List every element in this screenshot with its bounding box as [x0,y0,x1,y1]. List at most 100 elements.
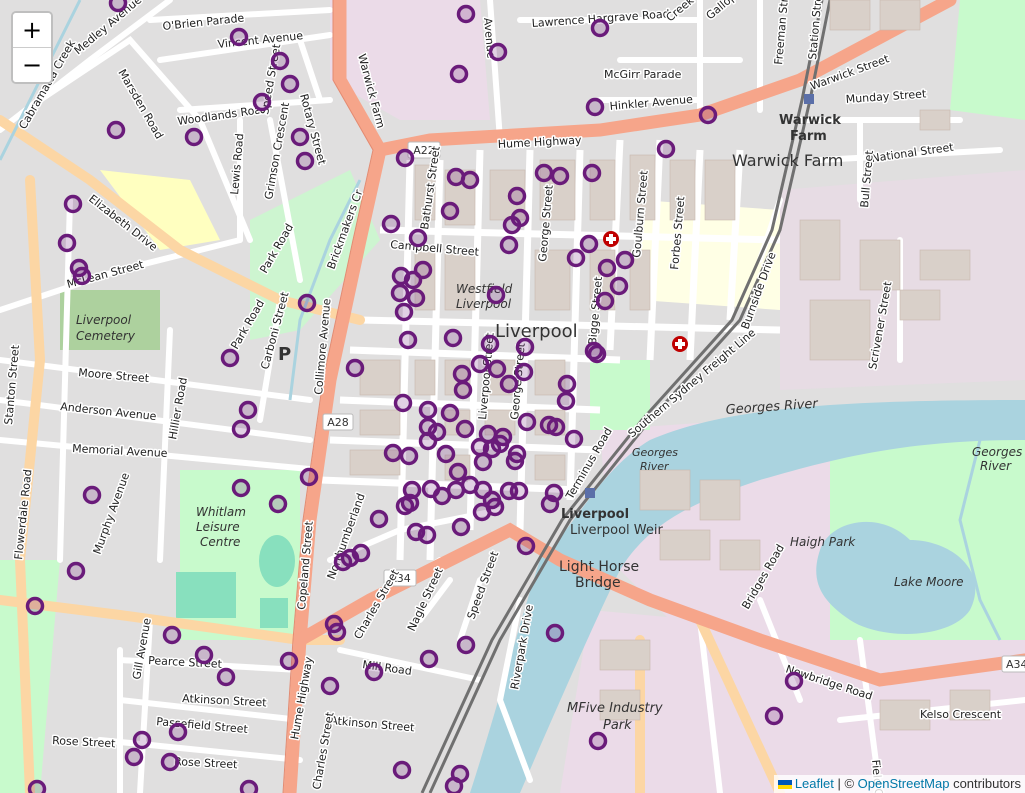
map-marker[interactable] [534,163,554,183]
map-marker[interactable] [449,64,469,84]
map-marker[interactable] [579,234,599,254]
map-marker[interactable] [63,194,83,214]
map-marker[interactable] [440,201,460,221]
map-marker[interactable] [238,400,258,420]
map-marker[interactable] [168,722,188,742]
map-marker[interactable] [456,4,476,24]
map-marker[interactable] [400,493,420,513]
map-marker[interactable] [279,651,299,671]
leaflet-link[interactable]: Leaflet [795,776,834,791]
map-marker[interactable] [295,151,315,171]
map-marker[interactable] [514,362,534,382]
map-marker[interactable] [557,374,577,394]
osm-link[interactable]: OpenStreetMap [858,776,950,791]
map-marker[interactable] [216,667,236,687]
map-marker[interactable] [162,625,182,645]
map-marker[interactable] [25,596,45,616]
map-marker[interactable] [582,163,602,183]
map-marker[interactable] [510,208,530,228]
map-marker[interactable] [231,419,251,439]
map-marker[interactable] [470,354,490,374]
map-marker[interactable] [399,446,419,466]
map-marker[interactable] [556,391,576,411]
map-marker[interactable] [381,214,401,234]
map-marker[interactable] [290,127,310,147]
map-marker[interactable] [446,480,466,500]
map-marker[interactable] [345,358,365,378]
map-marker[interactable] [393,393,413,413]
map-marker[interactable] [72,266,92,286]
map-marker[interactable] [564,429,584,449]
map-marker[interactable] [408,228,428,248]
map-marker[interactable] [485,497,505,517]
map-marker[interactable] [698,105,718,125]
map-marker[interactable] [383,443,403,463]
map-marker[interactable] [364,662,384,682]
map-marker[interactable] [417,525,437,545]
map-marker[interactable] [545,623,565,643]
map-marker[interactable] [268,494,288,514]
map-marker[interactable] [490,434,510,454]
map-marker[interactable] [486,285,506,305]
map-marker[interactable] [160,752,180,772]
map-marker[interactable] [194,645,214,665]
map-marker[interactable] [516,536,536,556]
map-marker[interactable] [443,328,463,348]
map-marker[interactable] [394,302,414,322]
zoom-in-button[interactable]: + [13,13,51,47]
map-marker[interactable] [488,42,508,62]
map-marker[interactable] [487,359,507,379]
map-marker[interactable] [585,97,605,117]
map-marker[interactable] [587,344,607,364]
map-marker[interactable] [299,467,319,487]
map-marker[interactable] [460,170,480,190]
map-marker[interactable] [595,291,615,311]
map-marker[interactable] [546,417,566,437]
map-marker[interactable] [184,127,204,147]
map-marker[interactable] [252,92,272,112]
map-marker[interactable] [418,431,438,451]
map-marker[interactable] [82,485,102,505]
map-marker[interactable] [440,403,460,423]
map-marker[interactable] [27,779,47,793]
map-marker[interactable] [327,622,347,642]
map-marker[interactable] [369,509,389,529]
map-marker[interactable] [436,444,456,464]
map-marker[interactable] [453,380,473,400]
map-marker[interactable] [499,374,519,394]
map-marker[interactable] [444,776,464,793]
map-marker[interactable] [280,74,300,94]
map-marker[interactable] [239,779,259,793]
map-marker[interactable] [106,120,126,140]
map-marker[interactable] [220,348,240,368]
map-marker[interactable] [452,364,472,384]
map-marker[interactable] [398,330,418,350]
map-marker[interactable] [615,250,635,270]
map-marker[interactable] [448,462,468,482]
map-marker[interactable] [392,760,412,780]
map-marker[interactable] [229,27,249,47]
map-marker[interactable] [403,270,423,290]
map-marker[interactable] [656,139,676,159]
map-marker[interactable] [473,452,493,472]
map-marker[interactable] [540,494,560,514]
map-marker[interactable] [505,451,525,471]
map-marker[interactable] [515,337,535,357]
map-marker[interactable] [764,706,784,726]
map-marker[interactable] [609,276,629,296]
map-marker[interactable] [108,0,128,13]
map-container[interactable]: A22 A28 A34 A34 Liverpool Warwick Farm W… [0,0,1025,793]
map-marker[interactable] [132,730,152,750]
map-marker[interactable] [566,248,586,268]
map-marker[interactable] [507,186,527,206]
map-marker[interactable] [320,676,340,696]
map-marker[interactable] [456,635,476,655]
map-marker[interactable] [124,747,144,767]
map-marker[interactable] [784,671,804,691]
map-marker[interactable] [57,233,77,253]
map-marker[interactable] [509,481,529,501]
map-marker[interactable] [590,18,610,38]
map-marker[interactable] [451,517,471,537]
map-marker[interactable] [333,552,353,572]
zoom-out-button[interactable]: − [13,47,51,82]
